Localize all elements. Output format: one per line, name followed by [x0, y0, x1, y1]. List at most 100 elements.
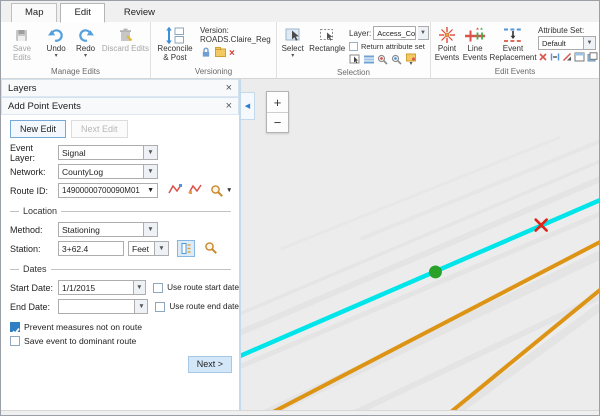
trash-icon [117, 25, 134, 45]
zoom-to-selection-icon[interactable] [377, 54, 389, 67]
use-route-end-date-checkbox[interactable] [155, 302, 165, 312]
map-view[interactable]: ◀ + − [241, 79, 600, 412]
network-select[interactable]: CountyLog [58, 164, 144, 179]
dates-section-title: Dates [23, 264, 47, 274]
ribbon-tabstrip: Map Edit Review [1, 1, 599, 22]
version-value: ROADS.Claire_Reg [200, 35, 272, 44]
window-bottom-edge [1, 410, 599, 415]
event-layer-row: Event Layer: Signal ▼ [10, 145, 239, 160]
attribute-set-label: Attribute Set: [538, 26, 598, 35]
return-attribute-set-checkbox[interactable] [349, 42, 358, 51]
station-picker-button[interactable] [177, 240, 195, 257]
point-events-button[interactable]: Point Events [434, 24, 460, 63]
chevron-down-icon[interactable]: ▼ [144, 164, 158, 179]
end-date-input[interactable] [58, 299, 135, 314]
chevron-down-icon[interactable]: ▼ [144, 222, 158, 237]
tab-edit[interactable]: Edit [60, 3, 104, 23]
event-point-marker[interactable] [429, 265, 442, 278]
split-event-icon[interactable] [550, 52, 560, 64]
attribute-set-select[interactable]: Default [538, 36, 584, 50]
new-version-icon[interactable] [214, 46, 227, 60]
lock-icon[interactable] [200, 46, 212, 60]
tab-review[interactable]: Review [111, 4, 168, 22]
chevron-down-icon: ▾ [55, 54, 58, 59]
event-replacement-button[interactable]: Event Replacement [490, 24, 536, 63]
save-dominant-row: Save event to dominant route [10, 335, 239, 346]
prevent-measures-checkbox[interactable] [10, 322, 20, 332]
start-date-input[interactable]: 1/1/2015 [58, 280, 134, 295]
line-events-button[interactable]: Line Events [462, 24, 488, 63]
route-id-combobox[interactable]: 14900000700090M01 ▼ [58, 183, 158, 198]
app-window: Map Edit Review Save Edits Undo ▾ [0, 0, 600, 416]
next-edit-button[interactable]: Next Edit [71, 120, 128, 138]
left-pane: Layers × Add Point Events × New Edit Nex… [1, 79, 241, 412]
retire-event-icon[interactable] [562, 52, 572, 64]
select-button[interactable]: Select ▾ [280, 24, 305, 60]
delete-version-icon[interactable]: × [229, 49, 235, 58]
chevron-down-icon[interactable]: ▼ [135, 299, 148, 314]
discard-edits-button[interactable]: Discard Edits [102, 24, 149, 55]
add-point-events-header: Add Point Events × [1, 97, 239, 115]
select-features-icon[interactable] [349, 54, 361, 67]
select-route-from-selection-icon[interactable] [188, 183, 202, 198]
clear-selection-icon[interactable]: ▾ [405, 53, 417, 67]
redo-button[interactable]: Redo ▾ [72, 24, 98, 60]
location-section-divider: Location [10, 206, 231, 216]
zoom-in-button[interactable]: + [267, 92, 288, 112]
end-date-row: End Date: ▼ Use route end date [10, 299, 239, 314]
chevron-down-icon[interactable]: ▼ [418, 26, 429, 40]
layer-select[interactable]: Access_Control [373, 26, 416, 40]
pan-to-selection-icon[interactable] [391, 54, 403, 67]
event-replacement-label: Event Replacement [489, 45, 536, 62]
method-label: Method: [10, 225, 58, 235]
start-date-row: Start Date: 1/1/2015 ▼ Use route start d… [10, 280, 239, 295]
chevron-down-icon: ▾ [84, 54, 87, 59]
chevron-down-icon: ▼ [226, 187, 232, 194]
save-edits-button[interactable]: Save Edits [4, 24, 40, 63]
reconcile-post-button[interactable]: Reconcile & Post [154, 24, 196, 63]
method-select[interactable]: Stationing [58, 222, 144, 237]
return-attribute-set-label: Return attribute set [361, 42, 425, 51]
collapse-pane-button[interactable]: ◀ [241, 92, 255, 120]
chevron-down-icon[interactable]: ▼ [144, 145, 158, 160]
chevron-down-icon[interactable]: ▼ [155, 241, 169, 256]
close-icon[interactable]: × [226, 101, 232, 111]
prevent-measures-row: Prevent measures not on route [10, 321, 239, 332]
collapse-left-icon: ◀ [245, 102, 250, 110]
zoom-to-station-icon[interactable] [204, 241, 218, 256]
discard-edits-label: Discard Edits [102, 45, 149, 54]
group-label-manage-edits: Manage Edits [1, 66, 150, 78]
version-label: Version: [200, 26, 272, 35]
attributes-list-icon[interactable] [363, 54, 375, 67]
tab-map[interactable]: Map [11, 3, 57, 22]
redo-icon [77, 25, 95, 45]
chevron-down-icon[interactable]: ▼ [147, 187, 154, 194]
location-section-title: Location [23, 206, 57, 216]
close-icon[interactable]: × [226, 83, 232, 93]
save-dominant-checkbox[interactable] [10, 336, 20, 346]
group-label-versioning: Versioning [151, 66, 276, 78]
station-input[interactable]: 3+62.4 [58, 241, 124, 256]
magnifier-icon [210, 184, 224, 197]
rectangle-select-button[interactable]: Rectangle [308, 24, 346, 55]
delete-event-icon[interactable] [538, 52, 548, 64]
next-button[interactable]: Next > [188, 356, 232, 373]
zoom-to-route-button[interactable]: ▼ [210, 184, 232, 197]
route-id-label: Route ID: [10, 186, 58, 196]
route-id-row: Route ID: 14900000700090M01 ▼ ▼ [10, 183, 239, 198]
copy-events-icon[interactable] [587, 52, 598, 64]
event-layer-select[interactable]: Signal [58, 145, 144, 160]
zoom-out-button[interactable]: − [267, 112, 288, 132]
chevron-down-icon[interactable]: ▼ [134, 280, 147, 295]
chevron-down-icon[interactable]: ▼ [584, 36, 596, 50]
event-replacement-icon [502, 25, 524, 45]
event-attributes-window-icon[interactable] [574, 52, 585, 64]
network-row: Network: CountyLog ▼ [10, 164, 239, 179]
select-route-on-map-icon[interactable] [168, 183, 182, 198]
dates-section-divider: Dates [10, 264, 231, 274]
station-units-select[interactable]: Feet [128, 241, 155, 256]
use-route-start-date-checkbox[interactable] [153, 283, 163, 293]
undo-button[interactable]: Undo ▾ [43, 24, 69, 60]
prevent-measures-label: Prevent measures not on route [24, 322, 142, 332]
new-edit-button[interactable]: New Edit [10, 120, 66, 138]
